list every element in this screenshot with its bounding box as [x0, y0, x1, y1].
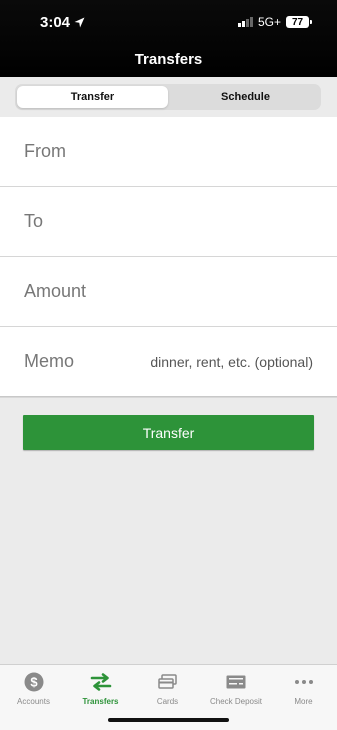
transfer-form: From To Amount Memo dinner, rent, etc. (…: [0, 117, 337, 397]
check-icon: [226, 671, 246, 693]
segment-transfer[interactable]: Transfer: [17, 86, 168, 108]
network-label: 5G+: [257, 15, 281, 29]
tab-label: Check Deposit: [209, 697, 263, 706]
app-header: 3:04 5G+ 77 Transfers: [0, 0, 337, 77]
tab-accounts[interactable]: $ Accounts: [0, 671, 67, 706]
battery-level: 77: [291, 16, 304, 28]
cards-icon: [157, 671, 178, 693]
battery-icon: 77: [286, 16, 312, 28]
from-field[interactable]: From: [0, 117, 337, 187]
tab-label: Cards: [156, 697, 179, 706]
to-field[interactable]: To: [0, 187, 337, 257]
to-label: To: [24, 211, 44, 231]
tab-cards[interactable]: Cards: [134, 671, 201, 706]
memo-placeholder: dinner, rent, etc. (optional): [150, 353, 313, 370]
dollar-circle-icon: $: [24, 671, 44, 693]
segmented-control: Transfer Schedule: [15, 84, 321, 110]
status-time: 3:04: [40, 14, 85, 31]
location-arrow-icon: [74, 17, 85, 28]
tab-label: Transfers: [82, 697, 119, 706]
signal-icon: [237, 17, 253, 27]
amount-label: Amount: [24, 281, 87, 301]
status-indicators: 5G+ 77: [237, 15, 312, 29]
tab-more[interactable]: More: [270, 671, 337, 706]
from-label: From: [24, 141, 66, 161]
svg-text:$: $: [30, 675, 38, 690]
more-dots-icon: [294, 671, 314, 693]
transfer-button[interactable]: Transfer: [23, 415, 314, 450]
time-text: 3:04: [40, 14, 71, 31]
memo-label: Memo: [24, 351, 75, 371]
segment-schedule[interactable]: Schedule: [170, 84, 321, 110]
tab-transfers[interactable]: Transfers: [67, 671, 134, 706]
segment-bar: Transfer Schedule: [0, 77, 337, 117]
transfer-arrows-icon: [90, 671, 112, 693]
tab-check-deposit[interactable]: Check Deposit: [201, 671, 271, 706]
amount-field[interactable]: Amount: [0, 257, 337, 327]
page-title: Transfers: [134, 51, 203, 68]
tab-label: Accounts: [17, 697, 50, 706]
tab-label: More: [294, 697, 313, 706]
memo-field[interactable]: Memo dinner, rent, etc. (optional): [0, 327, 337, 397]
home-indicator[interactable]: [108, 718, 229, 722]
